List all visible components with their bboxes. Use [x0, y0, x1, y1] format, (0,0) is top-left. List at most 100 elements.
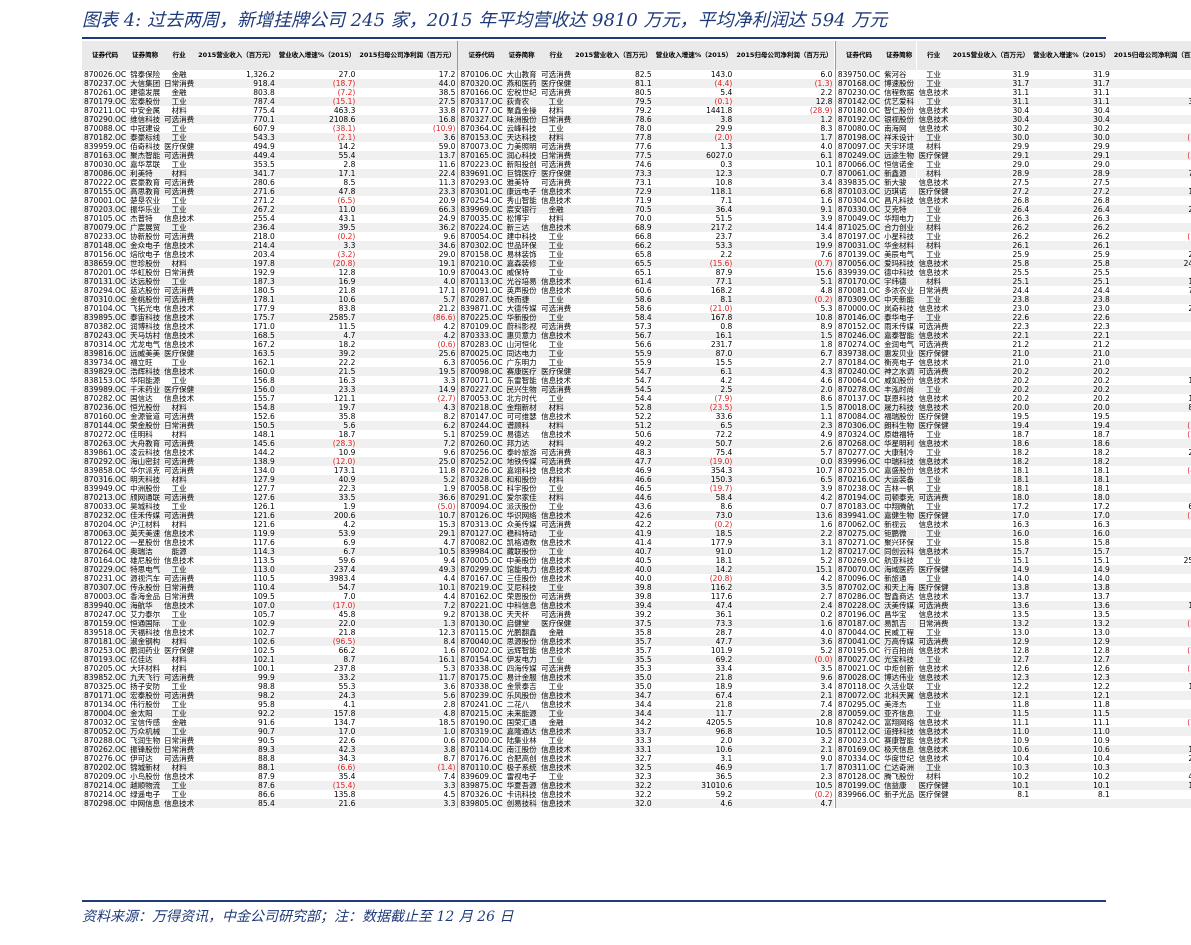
cell-revenue-growth: 27.0 [338, 70, 356, 79]
cell-industry: 医疗保健 [918, 790, 949, 799]
cell-stock-code: 870079.OC [84, 223, 127, 232]
cell-net-profit: 2.4 [820, 601, 833, 610]
cell-net-profit: 5.6 [1112, 439, 1191, 448]
cell-revenue-growth: 4.7 [343, 331, 356, 340]
cell-net-profit: 714.1 [1188, 169, 1191, 178]
cell-revenue: 46.6 [635, 475, 652, 484]
header-row: 证券代码 证券简称 行业 2015营业收入（百万元） 营业收入增速%（2015） 2015… [82, 41, 458, 70]
cell-revenue: 30.2 [1012, 124, 1030, 133]
table-row: 870307.OC 传永股份 日常消费 110.4 54.7 10.1 [82, 583, 458, 592]
cell-stock-name: 科宇股份 [506, 484, 537, 493]
cell-net-profit: 8.2 [443, 412, 456, 421]
cell-revenue-growth: 11.0 [338, 205, 356, 214]
cell-revenue: 110.4 [253, 583, 275, 592]
cell-industry: 工业 [171, 484, 187, 493]
cell-stock-code: 870179.OC [84, 97, 127, 106]
cell-net-profit: 45.4 [1112, 610, 1191, 619]
cell-stock-name: 大山教育 [506, 70, 537, 79]
table-row: 870301.OC 康远电子 信息技术 72.9 118.1 6.8 [457, 187, 835, 196]
cell-stock-name: 雷视电子 [506, 772, 537, 781]
cell-industry: 材料 [926, 223, 942, 232]
table-row: 870000.OC岚奇科技信息技术23.023.0267.8 [835, 304, 1191, 313]
cell-industry: 日常消费 [164, 736, 195, 745]
cell-net-profit: 6.4 [1112, 340, 1191, 349]
cell-industry: 可选消费 [541, 322, 572, 331]
cell-stock-code: 870031.OC [837, 241, 881, 250]
cell-industry: 工业 [171, 196, 187, 205]
cell-revenue-growth: 4.2 [343, 520, 356, 529]
table-row: 870293.OC 雅美特 可选消费 73.1 10.8 3.4 [458, 178, 834, 187]
header-revenue: 2015营业收入（百万元） [950, 41, 1032, 70]
cell-industry: 信息技术 [541, 538, 572, 547]
cell-stock-name: 大康制冷 [884, 448, 915, 457]
cell-net-profit: 15.3 [438, 520, 456, 529]
cell-stock-code: 870269.OC [837, 556, 881, 565]
cell-industry: 可选消费 [541, 385, 572, 394]
table-row: 870072.OC北科天翼信息技术12.112.12.4 [835, 691, 1191, 700]
cell-stock-name: 香海金品 [130, 592, 161, 601]
cell-net-profit: 14.3 [1112, 700, 1191, 709]
table-row: 870298.OC 中网信息 信息技术 85.4 21.6 3.3 [82, 799, 458, 808]
cell-industry: 信息技术 [541, 637, 572, 646]
cell-industry: 信息技术 [918, 394, 949, 403]
cell-stock-code: 870313.OC [460, 520, 503, 529]
cell-net-profit: 1.5 [820, 331, 833, 340]
cell-net-profit: 2.1 [820, 691, 833, 700]
cell-revenue-growth: 18.1 [1093, 466, 1110, 475]
cell-stock-code: 870199.OC [837, 781, 881, 790]
cell-stock-name: 藏联股份 [506, 547, 537, 556]
cell-revenue: 127.9 [253, 475, 275, 484]
cell-revenue-growth: 200.6 [333, 511, 356, 520]
table-row: 870326.OC 卡讯科技 信息技术 32.2 59.2 (0.2) [458, 790, 834, 799]
cell-net-profit: 27.5 [438, 97, 456, 106]
cell-industry: 医疗保健 [918, 412, 949, 421]
cell-net-profit: 33.7 [1112, 223, 1191, 232]
cell-industry: 材料 [548, 493, 564, 502]
cell-stock-name: 金众电子 [130, 241, 161, 250]
cell-stock-code: 870044.OC [837, 628, 881, 637]
cell-revenue: 22.3 [1012, 322, 1030, 331]
cell-stock-name: 恒通国际 [130, 619, 161, 628]
cell-revenue-growth: 231.7 [710, 340, 733, 349]
cell-stock-name: 润心科技 [506, 151, 537, 160]
cell-revenue-growth: 2.0 [720, 736, 733, 745]
cell-revenue: 31.9 [1012, 70, 1030, 79]
cell-industry: 可选消费 [164, 673, 195, 682]
cell-revenue: 10.6 [1012, 745, 1030, 754]
cell-revenue-growth: 25.8 [1093, 259, 1110, 268]
cell-net-profit: 3.3 [443, 799, 456, 808]
table-row: 870274.OC金润电气可选消费21.221.26.4 [835, 340, 1191, 349]
cell-stock-name: 昌凡科技 [884, 196, 915, 205]
cell-revenue: 79.2 [635, 106, 652, 115]
cell-stock-code: 839750.OC [837, 70, 881, 79]
cell-industry: 可选消费 [918, 340, 949, 349]
cell-revenue-growth: 20.2 [1093, 385, 1110, 394]
cell-industry: 材料 [548, 133, 564, 142]
cell-stock-name: 世珍股份 [130, 259, 161, 268]
cell-stock-name: 海山密封 [130, 457, 161, 466]
cell-revenue: 77.8 [635, 133, 652, 142]
cell-stock-name: 优艺爱科 [884, 97, 915, 106]
cell-stock-name: 九天飞行 [130, 673, 161, 682]
cell-stock-code: 870171.OC [84, 691, 127, 700]
cell-revenue-growth: 20.2 [1093, 376, 1110, 385]
cell-revenue: 39.8 [635, 592, 652, 601]
table-row: 870222.OC 宸豪教育 可选消费 280.6 8.5 11.3 [82, 178, 457, 187]
cell-stock-name: 华金材料 [884, 241, 915, 250]
header-stock-code: 证券代码 [835, 41, 883, 70]
table-row: 870268.OC华星明利信息技术18.618.65.6 [835, 439, 1191, 448]
cell-revenue-growth: 116.2 [710, 583, 733, 592]
header-stock-name: 证券简称 [882, 41, 917, 70]
cell-industry: 材料 [171, 637, 187, 646]
cell-revenue-growth: 23.0 [1093, 304, 1110, 313]
cell-industry: 材料 [548, 106, 564, 115]
table-row: 870209.OC 小鸟股份 信息技术 87.9 35.4 7.4 [82, 772, 457, 781]
cell-stock-code: 870175.OC [460, 673, 503, 682]
cell-stock-code: 870311.OC [837, 763, 881, 772]
cell-stock-name: 奥瑞洁 [130, 547, 153, 556]
cell-industry: 工业 [548, 313, 564, 322]
cell-revenue-growth: (96.5) [332, 637, 356, 646]
cell-revenue-growth: 143.0 [710, 70, 733, 79]
cell-industry: 信息技术 [918, 124, 949, 133]
cell-industry: 可选消费 [164, 412, 195, 421]
